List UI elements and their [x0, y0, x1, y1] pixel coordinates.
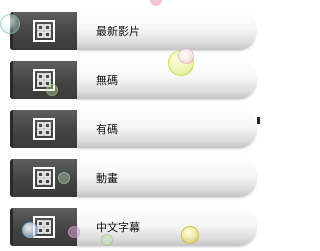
scroll-edge-mark: [257, 117, 260, 124]
menu-item-uncensored[interactable]: 無碼: [10, 61, 256, 99]
menu-item-censored[interactable]: 有碼: [10, 110, 256, 148]
menu-item-animation[interactable]: 動畫: [10, 159, 256, 197]
menu-item-icon-box: [10, 110, 77, 148]
menu-item-latest-videos[interactable]: 最新影片: [10, 12, 256, 50]
menu-item-icon-box: [10, 159, 77, 197]
category-menu: 最新影片 無碼 有碼 動畫 中文字幕: [0, 0, 260, 251]
menu-item-icon-box: [10, 208, 77, 246]
grid-icon: [32, 216, 55, 238]
menu-item-label: 動畫: [77, 159, 256, 197]
menu-item-label: 無碼: [77, 61, 256, 99]
menu-item-icon-box: [10, 12, 77, 50]
grid-icon: [32, 69, 55, 91]
menu-item-chinese-subtitles[interactable]: 中文字幕: [10, 208, 256, 246]
menu-item-icon-box: [10, 61, 77, 99]
menu-item-label: 中文字幕: [77, 208, 256, 246]
menu-item-label: 有碼: [77, 110, 256, 148]
grid-icon: [32, 118, 55, 140]
menu-item-label: 最新影片: [77, 12, 256, 50]
grid-icon: [32, 20, 55, 42]
grid-icon: [32, 167, 55, 189]
